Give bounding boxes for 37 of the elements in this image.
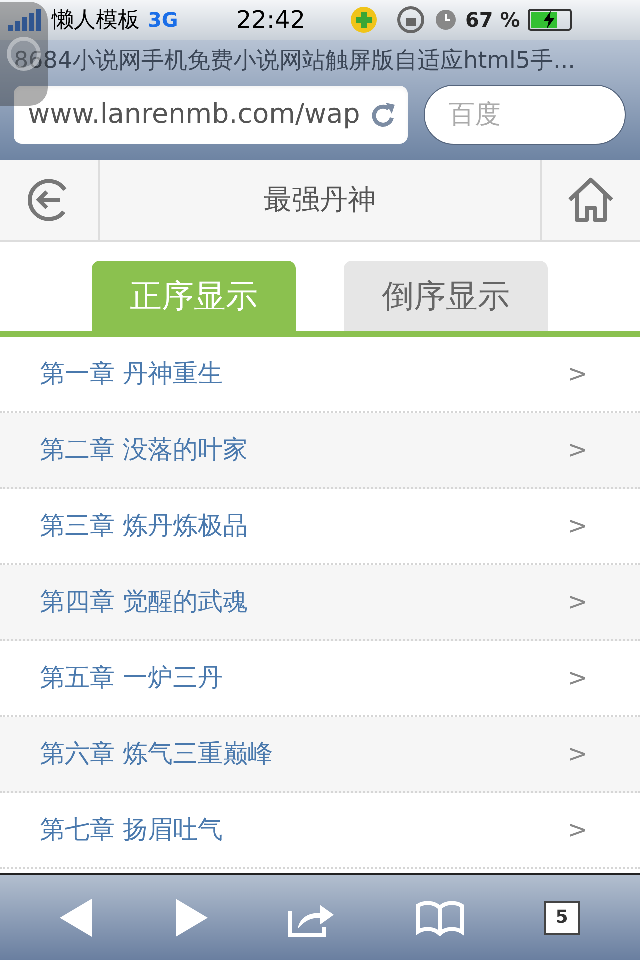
chevron-text: >	[568, 815, 588, 846]
plus-badge-icon	[350, 6, 378, 34]
chapter-title: 第一章 丹神重生	[40, 358, 223, 390]
page-title: 8684小说网手机免费小说网站触屏版自适应html5手...	[14, 46, 576, 76]
signal-icon	[8, 9, 44, 31]
chapter-title: 第三章 炼丹炼极品	[40, 510, 248, 542]
clock-time: 22:42	[236, 5, 306, 36]
tabs-count-button[interactable]: 5	[544, 900, 580, 934]
back-triangle-icon[interactable]	[60, 898, 94, 936]
chevron-text: >	[568, 663, 588, 694]
chevron-text: >	[568, 511, 588, 542]
alarm-clock-icon	[434, 8, 458, 32]
rotation-lock-icon	[396, 5, 426, 35]
network-type: 3G	[148, 7, 178, 34]
address-field[interactable]: www.lanrenmb.com/wap	[14, 86, 408, 144]
home-icon	[566, 176, 616, 224]
chapter-title: 第七章 扬眉吐气	[40, 814, 223, 846]
chevron-text: >	[568, 435, 588, 466]
chapter-title: 第六章 炼气三重巅峰	[40, 738, 273, 770]
chapter-row[interactable]: 第四章 觉醒的武魂 >	[0, 565, 640, 641]
chapter-row[interactable]: 第二章 没落的叶家 >	[0, 413, 640, 489]
order-tab[interactable]: 倒序显示	[344, 261, 548, 331]
forward-triangle-icon[interactable]	[174, 898, 208, 936]
header-title: 最强丹神	[263, 182, 377, 218]
chapter-title: 第五章 一炉三丹	[40, 662, 223, 694]
book-icon[interactable]	[416, 900, 464, 936]
battery-icon	[528, 9, 572, 31]
chevron-text: >	[568, 359, 588, 390]
search-field[interactable]: 百度	[424, 85, 626, 145]
chapter-title: 第四章 觉醒的武魂	[40, 586, 248, 618]
chevron-text: >	[568, 587, 588, 618]
chapter-title: 第二章 没落的叶家	[40, 434, 248, 466]
reload-icon[interactable]	[370, 100, 398, 130]
chevron-text: >	[568, 739, 588, 770]
battery-percent: 67 %	[466, 7, 520, 34]
carrier-name: 懒人模板	[52, 6, 140, 34]
chapter-row[interactable]: 第六章 炼气三重巅峰 >	[0, 717, 640, 793]
